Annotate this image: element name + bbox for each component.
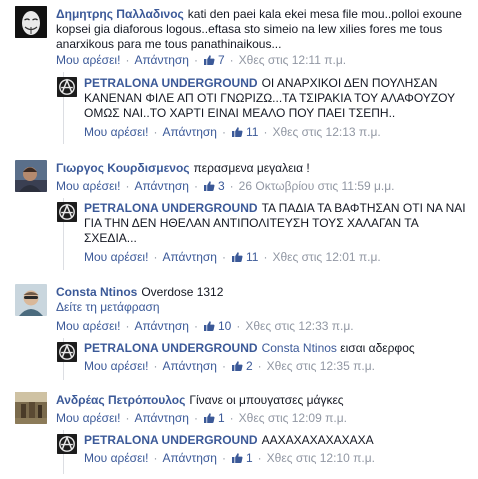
comment-text: περασμενα μεγαλεια ! [193,161,310,175]
like-link[interactable]: Μου αρέσει! [56,319,120,333]
reply-actions: Μου αρέσει! · Απάντηση · 11 · Χθες στις 12:01 … [84,250,381,264]
comment-time[interactable]: Χθες στις 12:33 π.μ. [245,319,353,333]
reply-body: PETRALONA UNDERGROUND ΟΙ ΑΝΑΡΧΙΚΟΙ ΔΕΝ ΠΟ… [84,76,469,121]
anarchy-icon [57,202,77,222]
like-link[interactable]: Μου αρέσει! [56,411,120,425]
reply-link[interactable]: Απάντηση [134,53,189,67]
comment: Consta Ntinos Overdose 1312 Δείτε τη μετά… [0,278,478,380]
reply-text: εισαι αδερφος [340,341,415,355]
thumbs-up-icon [203,180,215,192]
comment-actions: Μου αρέσει! · Απάντηση · 7 · Χθες στις 12:11 π… [56,53,347,67]
thumbs-up-icon [203,54,215,66]
thumbs-up-icon [203,412,215,424]
reply-author[interactable]: PETRALONA UNDERGROUND [84,76,258,90]
comment-time[interactable]: Χθες στις 12:09 π.μ. [239,411,347,425]
like-link[interactable]: Μου αρέσει! [84,250,148,264]
page-avatar[interactable] [57,77,77,97]
thumbs-up-icon [231,452,243,464]
reply-actions: Μου αρέσει! · Απάντηση · 2 · Χθες στις 12:35 π… [84,359,375,373]
like-link[interactable]: Μου αρέσει! [84,359,148,373]
reply-link[interactable]: Απάντηση [162,359,217,373]
thumbs-up-icon [231,360,243,372]
page-avatar[interactable] [57,202,77,222]
mention-link[interactable]: Consta Ntinos [262,341,337,355]
reply-link[interactable]: Απάντηση [162,250,217,264]
like-count[interactable]: 1 [203,411,225,425]
reply-link[interactable]: Απάντηση [162,451,217,465]
comment-body: Γιωργος Κουρδισμενος περασμενα μεγαλεια ! [56,161,466,176]
reply-body: PETRALONA UNDERGROUND ΤΑ ΠΑΔΙΑ ΤΑ ΒΑΦΤΗΣΑ… [84,201,469,246]
avatar[interactable] [15,392,47,424]
reply-link[interactable]: Απάντηση [134,319,189,333]
thumbs-up-icon [203,320,215,332]
comment-actions: Μου αρέσει! · Απάντηση · 10 · Χθες στις 12:33 … [56,319,354,333]
anarchy-icon [57,342,77,362]
like-count[interactable]: 7 [203,53,225,67]
comment-time[interactable]: Χθες στις 12:11 π.μ. [239,53,346,67]
reply-actions: Μου αρέσει! · Απάντηση · 1 · Χθες στις 12:10 π… [84,451,375,465]
comment-text: Overdose 1312 [141,285,224,299]
reply-time[interactable]: Χθες στις 12:10 π.μ. [267,451,375,465]
avatar[interactable] [15,284,47,316]
like-count[interactable]: 2 [231,359,253,373]
page-avatar[interactable] [57,342,77,362]
like-count[interactable]: 1 [231,451,253,465]
page-avatar[interactable] [57,434,77,454]
like-count[interactable]: 3 [203,179,225,193]
reply-text: ΑΑΧΑΧΑΧΑΧΑΧΑΧΑ [261,433,374,447]
comment-text: Γίνανε οι μπουγατσες μάγκες [189,393,344,407]
see-translation-link[interactable]: Δείτε τη μετάφραση [56,300,160,314]
thumbs-up-icon [231,251,243,263]
comment: Γιωργος Κουρδισμενος περασμενα μεγαλεια !… [0,150,478,278]
comment-body: Consta Ntinos Overdose 1312 Δείτε τη μετά… [56,285,466,315]
reply-body: PETRALONA UNDERGROUND Consta Ntinos εισαι… [84,341,469,356]
user-photo-icon [15,284,47,316]
avatar[interactable] [15,6,47,38]
comment-author[interactable]: Consta Ntinos [56,285,137,299]
like-link[interactable]: Μου αρέσει! [56,179,120,193]
reply-actions: Μου αρέσει! · Απάντηση · 11 · Χθες στις 12:13 … [84,125,381,139]
comment-actions: Μου αρέσει! · Απάντηση · 3 · 26 Οκτωβρίου στις… [56,179,395,193]
comment-body: Ανδρέας Πετρόπουλος Γίνανε οι μπουγατσες … [56,393,466,408]
like-count[interactable]: 11 [231,125,258,139]
comment-time[interactable]: 26 Οκτωβρίου στις 11:59 μ.μ. [239,179,395,193]
reply-time[interactable]: Χθες στις 12:01 π.μ. [272,250,380,264]
reply-link[interactable]: Απάντηση [134,179,189,193]
user-photo-icon [15,160,47,192]
thumbs-up-icon [231,126,243,138]
anarchy-icon [57,434,77,454]
reply-author[interactable]: PETRALONA UNDERGROUND [84,433,258,447]
comment-actions: Μου αρέσει! · Απάντηση · 1 · Χθες στις 12:09 π… [56,411,347,425]
reply-link[interactable]: Απάντηση [162,125,217,139]
comment-author[interactable]: Ανδρέας Πετρόπουλος [56,393,185,407]
reply-link[interactable]: Απάντηση [134,411,189,425]
like-count[interactable]: 11 [231,250,258,264]
avatar[interactable] [15,160,47,192]
reply-time[interactable]: Χθες στις 12:13 π.μ. [272,125,380,139]
comment: Δημητρης Παλλαδινος kati den paei kala ek… [0,0,478,150]
mask-avatar-icon [15,6,47,38]
comment-author[interactable]: Γιωργος Κουρδισμενος [56,161,190,175]
anarchy-icon [57,77,77,97]
like-count[interactable]: 10 [203,319,231,333]
like-link[interactable]: Μου αρέσει! [84,451,148,465]
comment-body: Δημητρης Παλλαδινος kati den paei kala ek… [56,7,466,52]
comment-author[interactable]: Δημητρης Παλλαδινος [56,7,184,21]
user-photo-icon [15,392,47,424]
reply-author[interactable]: PETRALONA UNDERGROUND [84,201,258,215]
reply-author[interactable]: PETRALONA UNDERGROUND [84,341,258,355]
reply-body: PETRALONA UNDERGROUND ΑΑΧΑΧΑΧΑΧΑΧΑΧΑ [84,433,469,448]
comment: Ανδρέας Πετρόπουλος Γίνανε οι μπουγατσες … [0,380,478,479]
reply-time[interactable]: Χθες στις 12:35 π.μ. [267,359,375,373]
like-link[interactable]: Μου αρέσει! [84,125,148,139]
like-link[interactable]: Μου αρέσει! [56,53,120,67]
